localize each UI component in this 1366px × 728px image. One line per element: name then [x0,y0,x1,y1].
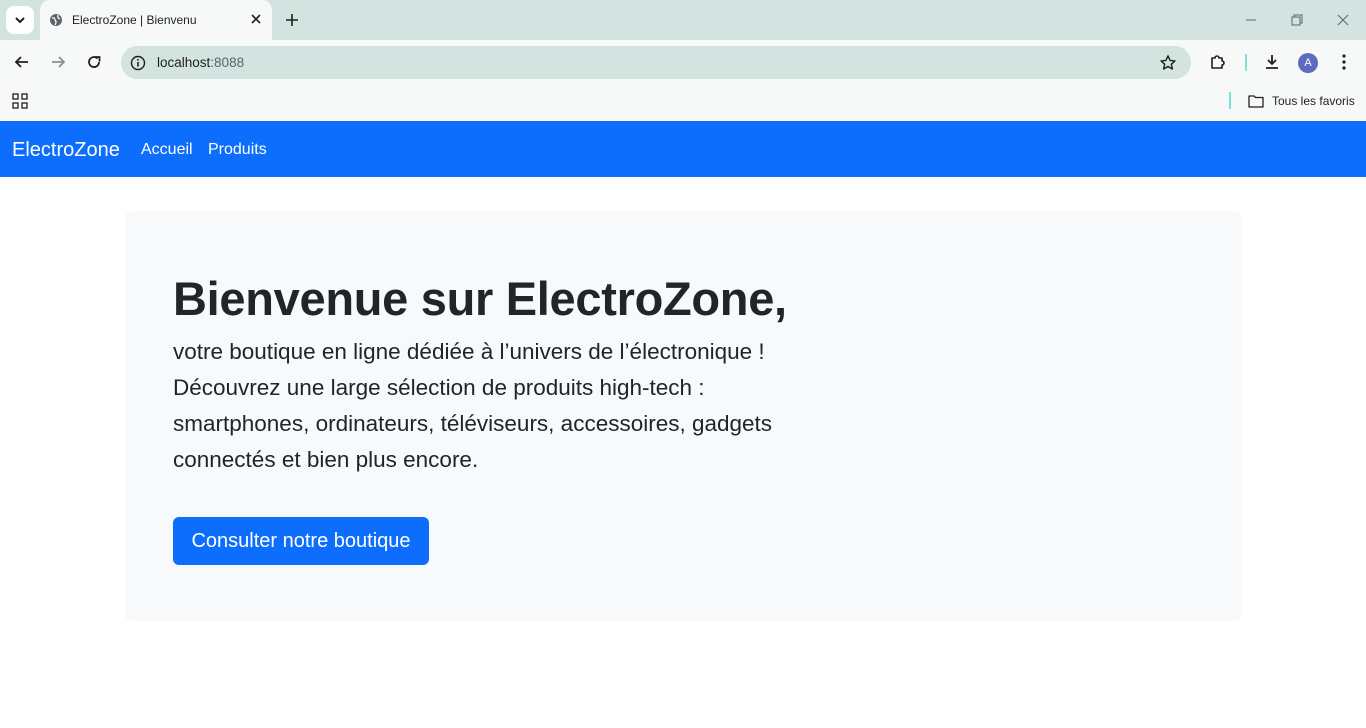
globe-icon [50,14,62,26]
bookmarks-divider [1229,92,1231,109]
browser-toolbar: localhost:8088 A [0,40,1366,86]
window-close-icon[interactable] [1336,13,1350,27]
url-text: localhost:8088 [157,55,244,70]
minimize-icon[interactable] [1244,13,1258,27]
toolbar-divider [1245,54,1247,71]
browser-tab-active[interactable]: ElectroZone | Bienvenu [40,0,272,40]
hero-title: Bienvenue sur ElectroZone, [173,272,787,325]
all-bookmarks-label: Tous les favoris [1272,94,1355,108]
close-icon[interactable] [249,12,263,26]
nav-link-produits[interactable]: Produits [208,140,267,160]
shop-button[interactable]: Consulter notre boutique [173,517,429,565]
tab-search-button[interactable] [6,6,34,34]
url-port: :8088 [210,55,245,70]
info-icon[interactable] [130,55,146,71]
apps-grid-icon[interactable] [12,93,28,109]
nav-link-accueil[interactable]: Accueil [141,140,193,160]
hero-section: Bienvenue sur ElectroZone, votre boutiqu… [125,211,1241,621]
star-icon[interactable] [1159,54,1177,72]
restore-icon[interactable] [1290,13,1304,27]
kebab-menu-icon[interactable] [1334,52,1354,72]
url-host: localhost [157,55,211,70]
all-bookmarks-button[interactable]: Tous les favoris [1248,92,1355,110]
site-navbar: ElectroZone Accueil Produits [0,121,1366,177]
back-arrow-icon[interactable] [12,52,32,72]
bookmarks-bar: Tous les favoris [0,86,1366,121]
folder-icon [1248,95,1264,108]
forward-arrow-icon[interactable] [48,52,68,72]
tab-title: ElectroZone | Bienvenu [72,13,197,27]
avatar[interactable]: A [1298,53,1318,73]
address-bar[interactable]: localhost:8088 [121,46,1191,79]
reload-icon[interactable] [84,52,104,72]
browser-tab-strip: ElectroZone | Bienvenu [0,0,1366,40]
chevron-down-icon [15,17,25,24]
download-icon[interactable] [1262,52,1282,72]
puzzle-icon[interactable] [1208,52,1228,72]
navbar-brand[interactable]: ElectroZone [12,138,120,162]
hero-text: votre boutique en ligne dédiée à l’unive… [173,339,773,472]
plus-icon[interactable] [282,10,302,30]
